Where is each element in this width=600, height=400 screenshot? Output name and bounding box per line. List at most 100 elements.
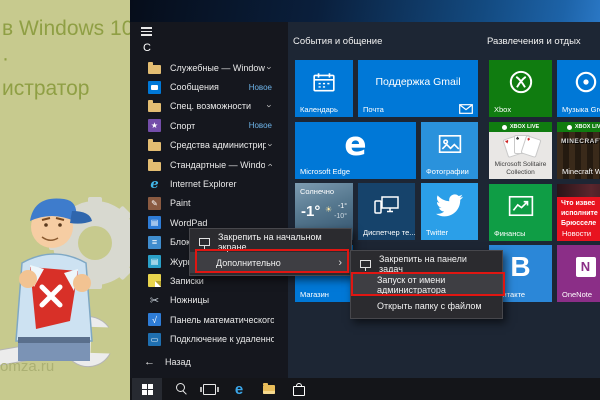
- tile-xbox[interactable]: Xbox: [489, 60, 552, 117]
- start-menu: С Служебные — Windows Сообщения Новое Сп…: [130, 22, 600, 378]
- article-title-line1: в Windows 10 ·: [2, 14, 130, 74]
- new-badge: Новое: [249, 121, 274, 130]
- tile-photos[interactable]: Фотографии: [421, 122, 478, 179]
- weather-temp: -1°: [301, 203, 320, 220]
- tile-device-manager[interactable]: Диспетчер те...: [358, 183, 415, 240]
- journal-icon: [148, 255, 161, 268]
- menu-item-pin-to-taskbar[interactable]: Закрепить на панели задач: [351, 253, 502, 274]
- tile-label: Финансы: [494, 229, 526, 238]
- taskbar-file-explorer-button[interactable]: [254, 378, 284, 400]
- app-item[interactable]: Internet Explorer: [148, 174, 274, 193]
- app-item[interactable]: Сообщения Новое: [148, 77, 274, 96]
- app-item[interactable]: Стандартные — Windows: [148, 155, 274, 174]
- xbox-live-dot-icon: [567, 125, 572, 130]
- app-label: Спец. возможности: [170, 101, 251, 111]
- chevron-down-icon: [264, 101, 274, 111]
- search-icon: [176, 383, 185, 392]
- app-item[interactable]: Спорт Новое: [148, 116, 274, 135]
- chevron-up-icon: [265, 160, 274, 170]
- folder-icon: [148, 103, 161, 112]
- repairman-mascot-illustration: [0, 165, 130, 380]
- tile-group-header: Развлечения и отдых: [487, 36, 581, 47]
- tile-label: Новости: [562, 229, 591, 238]
- xbox-live-banner: XBOX LIVE: [489, 122, 552, 132]
- tile-label: Microsoft Edge: [300, 167, 350, 176]
- start-button[interactable]: [132, 378, 162, 400]
- context-menu: Закрепить на начальном экране Дополнител…: [189, 228, 352, 276]
- finance-chart-icon: [489, 184, 552, 227]
- menu-item-pin-to-start[interactable]: Закрепить на начальном экране: [190, 231, 351, 252]
- alphabet-section-header[interactable]: С: [143, 42, 151, 54]
- tile-label: Minecraft W: [562, 167, 600, 176]
- tile-finance[interactable]: Финансы: [489, 184, 552, 241]
- windows-screenshot: С Служебные — Windows Сообщения Новое Сп…: [130, 0, 600, 400]
- chevron-down-icon: [265, 63, 275, 73]
- app-item[interactable]: Панель математического ввода: [148, 310, 274, 329]
- news-photo-strip: [557, 184, 600, 197]
- app-list: Служебные — Windows Сообщения Новое Спец…: [148, 58, 274, 349]
- xbox-live-label: XBOX LIVE: [575, 124, 600, 130]
- edge-logo-icon: e: [295, 122, 416, 165]
- wordpad-icon: [148, 216, 161, 229]
- file-explorer-icon: [263, 385, 275, 394]
- app-item[interactable]: Спец. возможности: [148, 97, 274, 116]
- tile-news[interactable]: Что извес исполните Брюсселе Новости: [557, 184, 600, 241]
- tile-mail[interactable]: Поддержка Gmail Почта: [358, 60, 478, 117]
- app-item[interactable]: Подключение к удаленному р...: [148, 329, 274, 348]
- back-button[interactable]: Назад: [144, 356, 191, 368]
- taskbar-store-button[interactable]: [284, 378, 314, 400]
- news-headline-line1: Что извес: [561, 199, 598, 209]
- sticky-notes-icon: [148, 274, 161, 287]
- weather-high: -1°: [338, 203, 347, 210]
- tile-label: Фотографии: [426, 167, 469, 176]
- app-label: Paint: [170, 198, 191, 208]
- store-bag-icon: [293, 386, 305, 396]
- back-label: Назад: [165, 357, 191, 367]
- taskbar-edge-button[interactable]: [224, 378, 254, 400]
- menu-item-more[interactable]: Дополнительно: [190, 252, 351, 273]
- minecraft-logo: MINECRAFT: [561, 138, 600, 145]
- sports-icon: [148, 119, 161, 132]
- tile-label: Microsoft Solitaire Collection: [489, 161, 552, 177]
- site-watermark: omza.ru: [0, 358, 54, 375]
- menu-item-label: Дополнительно: [216, 258, 281, 268]
- tile-label: Twitter: [426, 228, 448, 237]
- app-item[interactable]: Средства администрирован...: [148, 136, 274, 155]
- tile-calendar[interactable]: Календарь: [295, 60, 353, 117]
- app-label: Панель математического ввода: [170, 315, 274, 325]
- article-title-line2: истратор: [2, 74, 130, 104]
- task-view-button[interactable]: [194, 378, 224, 400]
- notepad-icon: [148, 236, 161, 249]
- tile-groove-music[interactable]: Музыка Gro: [557, 60, 600, 117]
- tile-solitaire[interactable]: XBOX LIVE ♥ ♠ ♦ Microsoft Solitaire Coll…: [489, 122, 552, 179]
- news-headline-line2: исполните: [561, 209, 598, 219]
- tile-edge[interactable]: e Microsoft Edge: [295, 122, 416, 179]
- menu-item-open-file-location[interactable]: Открыть папку с файлом: [351, 295, 502, 316]
- taskbar-search-button[interactable]: [164, 378, 194, 400]
- tile-onenote[interactable]: N OneNote: [557, 245, 600, 302]
- tile-twitter[interactable]: Twitter: [421, 183, 478, 240]
- weather-low: -10°: [334, 213, 347, 220]
- app-label: Подключение к удаленному р...: [170, 334, 274, 344]
- hamburger-menu-icon[interactable]: [141, 27, 152, 36]
- menu-item-run-as-admin[interactable]: Запуск от имени администратора: [351, 274, 502, 295]
- chevron-down-icon: [266, 140, 274, 150]
- xbox-live-label: XBOX LIVE: [510, 124, 539, 130]
- tile-label: Почта: [363, 105, 384, 114]
- app-item[interactable]: Paint: [148, 194, 274, 213]
- tile-minecraft[interactable]: XBOX LIVE MINECRAFT Minecraft W: [557, 122, 600, 179]
- submenu-arrow-icon: [338, 257, 342, 269]
- devices-icon: [358, 183, 415, 226]
- app-item[interactable]: Ножницы: [148, 291, 274, 310]
- app-label: Записки: [170, 276, 204, 286]
- news-headline: Что извес исполните Брюсселе: [561, 199, 598, 228]
- xbox-live-dot-icon: [502, 125, 507, 130]
- groove-icon: [557, 60, 600, 103]
- article-background: в Windows 10 · истратор: [0, 0, 130, 400]
- menu-item-label: Закрепить на панели задач: [379, 254, 493, 274]
- tile-label: Магазин: [300, 290, 329, 299]
- app-label: Ножницы: [170, 295, 209, 305]
- tile-label: OneNote: [562, 290, 592, 299]
- envelope-icon: [459, 104, 473, 114]
- app-item[interactable]: Служебные — Windows: [148, 58, 274, 77]
